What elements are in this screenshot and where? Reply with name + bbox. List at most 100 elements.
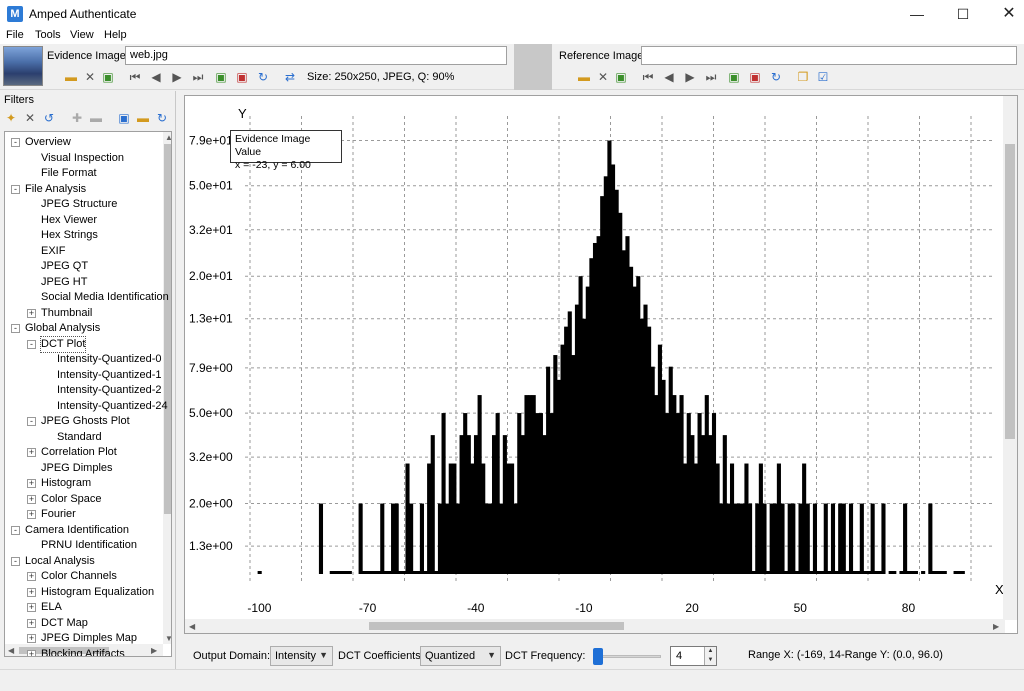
tree-expander-icon[interactable]: -: [27, 339, 36, 349]
tree-item[interactable]: JPEG QT: [41, 259, 88, 274]
tree-item[interactable]: JPEG HT: [41, 275, 87, 290]
tree-item[interactable]: ELA: [41, 600, 62, 615]
dct-frequency-stepper[interactable]: 4 ▲ ▼: [670, 646, 717, 666]
ref-refresh-icon[interactable]: ↻: [769, 70, 783, 84]
plot-hscroll-thumb[interactable]: [369, 622, 624, 630]
add-filter-icon[interactable]: ✚: [70, 111, 84, 125]
save-icon[interactable]: ▣: [117, 111, 131, 125]
close-button[interactable]: ✕: [986, 0, 1024, 28]
ref-remove-icon[interactable]: ✕: [596, 70, 610, 84]
tree-item[interactable]: Histogram: [41, 476, 91, 491]
tree-scroll-thumb[interactable]: [164, 144, 171, 514]
output-domain-select[interactable]: Intensity ▼: [270, 646, 333, 666]
dct-frequency-slider[interactable]: [601, 655, 661, 658]
tree-expander-icon[interactable]: -: [11, 324, 20, 333]
refresh-filters-icon[interactable]: ↻: [155, 111, 169, 125]
scroll-right-icon[interactable]: ▶: [151, 646, 157, 655]
ref-first-icon[interactable]: ⏮: [641, 70, 655, 84]
tree-item[interactable]: PRNU Identification: [41, 538, 137, 553]
refresh-icon[interactable]: ↻: [256, 70, 270, 84]
tree-item[interactable]: JPEG Structure: [41, 197, 117, 212]
dct-coefficients-select[interactable]: Quantized ▼: [420, 646, 501, 666]
plot-horizontal-scrollbar[interactable]: ◀ ▶: [185, 619, 1005, 633]
first-image-icon[interactable]: ⏮: [128, 70, 142, 84]
tree-item[interactable]: Social Media Identification: [41, 290, 169, 305]
tree-item[interactable]: File Analysis: [25, 182, 86, 197]
ref-export-icon[interactable]: ▣: [614, 70, 628, 84]
ref-add-icon[interactable]: ▣: [727, 70, 741, 84]
tree-item[interactable]: EXIF: [41, 244, 65, 259]
previous-image-icon[interactable]: ◀: [149, 70, 163, 84]
tree-item[interactable]: JPEG Dimples: [41, 461, 113, 476]
remove-icon[interactable]: ✕: [83, 70, 97, 84]
tree-vertical-scrollbar[interactable]: ▲ ▼: [163, 132, 171, 644]
tree-expander-icon[interactable]: -: [27, 417, 36, 426]
image-delete-icon[interactable]: ▣: [235, 70, 249, 84]
scroll-left-icon[interactable]: ◀: [8, 646, 14, 655]
tree-expander-icon[interactable]: -: [11, 556, 20, 566]
menu-help[interactable]: Help: [104, 29, 127, 41]
tree-expander-icon[interactable]: -: [11, 184, 20, 194]
tree-item[interactable]: Local Analysis: [25, 554, 95, 569]
tree-item[interactable]: DCT Plot: [39, 335, 87, 353]
remove-filter-icon[interactable]: ▬: [89, 111, 103, 125]
ref-previous-icon[interactable]: ◀: [662, 70, 676, 84]
scroll-down-icon[interactable]: ▼: [165, 634, 171, 643]
ref-open-folder-icon[interactable]: ▬: [577, 70, 591, 84]
plot-scroll-right-icon[interactable]: ▶: [993, 622, 999, 631]
tree-expander-icon[interactable]: +: [27, 587, 36, 597]
tree-item[interactable]: Global Analysis: [25, 321, 100, 336]
ref-check-icon[interactable]: ☑: [816, 70, 830, 84]
tree-item[interactable]: DCT Map: [41, 616, 88, 631]
evidence-image-field[interactable]: web.jpg: [125, 46, 507, 65]
ref-next-icon[interactable]: ▶: [683, 70, 697, 84]
plot-scroll-left-icon[interactable]: ◀: [189, 622, 195, 631]
tree-expander-icon[interactable]: -: [11, 525, 20, 535]
tree-item[interactable]: Blocking Artifacts: [41, 647, 125, 657]
tree-expander-icon[interactable]: +: [27, 308, 36, 318]
delete-filter-icon[interactable]: ✕: [23, 111, 37, 125]
reset-filter-icon[interactable]: ↺: [42, 111, 56, 125]
tree-item[interactable]: Overview: [25, 135, 71, 150]
plot-vscroll-thumb[interactable]: [1005, 144, 1015, 439]
tree-expander-icon[interactable]: +: [27, 603, 36, 612]
tree-expander-icon[interactable]: +: [27, 572, 36, 581]
tree-item[interactable]: Standard: [57, 430, 102, 445]
maximize-button[interactable]: ☐: [940, 0, 986, 28]
tree-item[interactable]: Fourier: [41, 507, 76, 522]
tree-item[interactable]: Correlation Plot: [41, 445, 117, 460]
tree-item[interactable]: Thumbnail: [41, 306, 92, 321]
tree-item[interactable]: Color Channels: [41, 569, 117, 584]
tree-item[interactable]: JPEG Dimples Map: [41, 631, 137, 646]
ref-copy-icon[interactable]: ❐: [796, 70, 810, 84]
open-icon[interactable]: ▬: [136, 111, 150, 125]
dct-plot[interactable]: 7.9e+01 5.0e+01 3.2e+01 2.0e+01 1.3e+01 7.9e+…: [184, 95, 1018, 634]
tree-expander-icon[interactable]: +: [27, 494, 36, 504]
open-folder-icon[interactable]: ▬: [64, 70, 78, 84]
last-image-icon[interactable]: ⏭: [191, 70, 205, 84]
tree-item[interactable]: Intensity-Quantized-0: [57, 352, 162, 367]
tree-expander-icon[interactable]: +: [27, 649, 36, 656]
tree-item[interactable]: Intensity-Quantized-24: [57, 399, 168, 414]
tree-expander-icon[interactable]: +: [27, 510, 36, 519]
menu-tools[interactable]: Tools: [35, 29, 61, 41]
reference-image-field[interactable]: [641, 46, 1017, 65]
tree-item[interactable]: Intensity-Quantized-2: [57, 383, 162, 398]
next-image-icon[interactable]: ▶: [170, 70, 184, 84]
ref-last-icon[interactable]: ⏭: [704, 70, 718, 84]
minimize-button[interactable]: —: [894, 0, 940, 28]
tree-item[interactable]: Visual Inspection: [41, 151, 124, 166]
tree-item[interactable]: JPEG Ghosts Plot: [41, 414, 130, 429]
stepper-buttons[interactable]: ▲ ▼: [704, 647, 716, 665]
ref-delete-icon[interactable]: ▣: [748, 70, 762, 84]
tree-item[interactable]: Histogram Equalization: [41, 585, 154, 600]
tree-expander-icon[interactable]: +: [27, 634, 36, 643]
tree-expander-icon[interactable]: +: [27, 479, 36, 488]
image-add-icon[interactable]: ▣: [214, 70, 228, 84]
dct-frequency-slider-thumb[interactable]: [593, 648, 603, 665]
tree-expander-icon[interactable]: +: [27, 448, 36, 457]
sync-icon[interactable]: ⇄: [283, 70, 297, 84]
tree-item[interactable]: Camera Identification: [25, 523, 129, 538]
tree-item[interactable]: Hex Strings: [41, 228, 98, 243]
export-icon[interactable]: ▣: [101, 70, 115, 84]
